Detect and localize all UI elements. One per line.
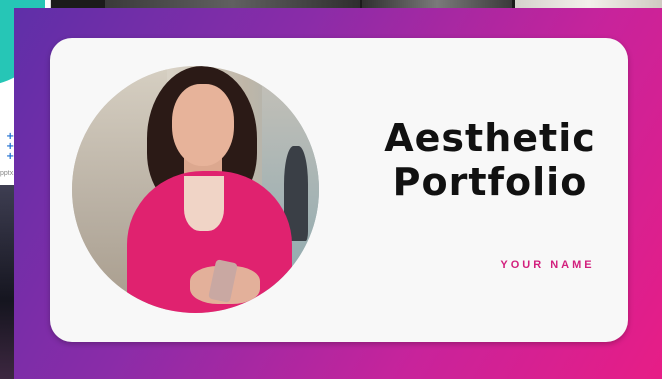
profile-photo xyxy=(72,66,319,313)
title-line-2: Portfolio xyxy=(392,160,588,204)
title-line-1: Aesthetic xyxy=(384,116,596,160)
slide-subtitle: YOUR NAME xyxy=(500,259,595,271)
slide-title: Aesthetic Portfolio xyxy=(360,116,620,204)
left-edge-preview xyxy=(0,185,14,379)
